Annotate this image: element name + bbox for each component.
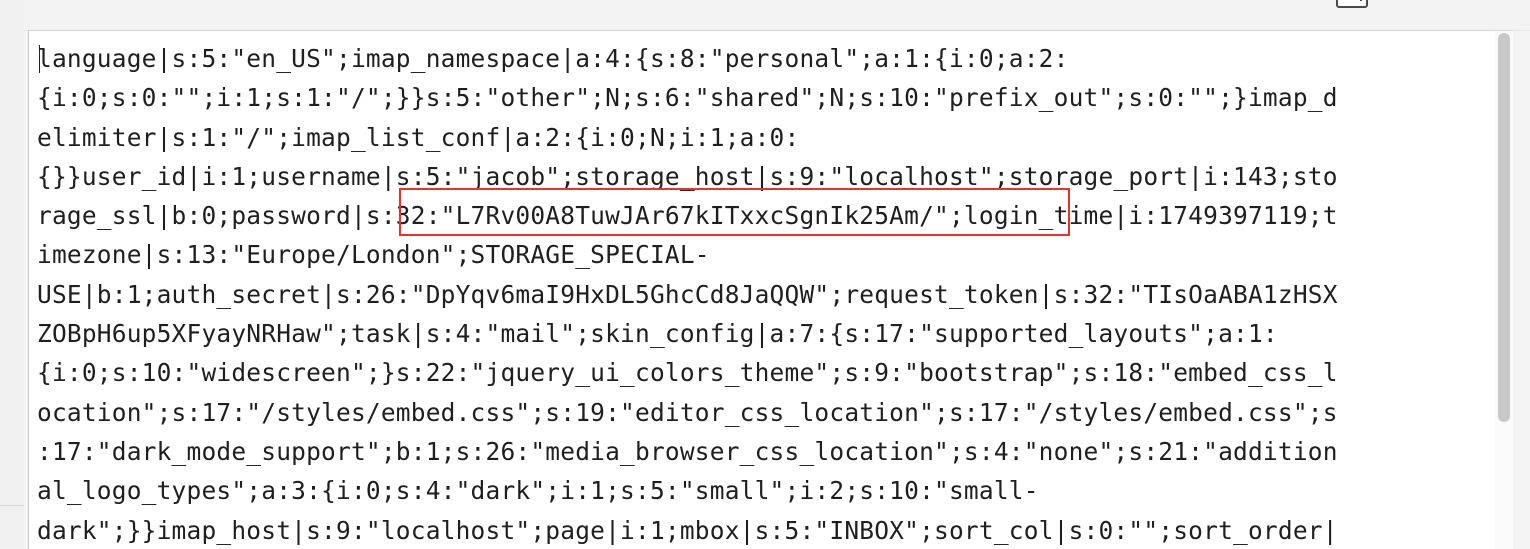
vertical-scrollbar[interactable] <box>1495 31 1513 549</box>
session-data-text[interactable]: language|s:5:"en_US";imap_namespace|a:4:… <box>37 39 1505 549</box>
text-line: dark";}}imap_host|s:9:"localhost";page|i… <box>37 515 1338 545</box>
text-line: rage_ssl|b:0;password|s:32:"L7Rv00A8TuwJ… <box>37 201 1338 231</box>
window-toggle-icon[interactable] <box>1336 0 1368 8</box>
text-line: {}}user_id|i:1;username|s:5:"jacob";stor… <box>37 161 1338 191</box>
text-line: al_logo_types";a:3:{i:0;s:4:"dark";i:1;s… <box>37 476 1039 506</box>
text-line: {i:0;s:10:"widescreen";}s:22:"jquery_ui_… <box>37 358 1338 388</box>
left-gutter <box>0 0 24 548</box>
text-line: elimiter|s:1:"/";imap_list_conf|a:2:{i:0… <box>37 122 800 152</box>
text-line: ocation";s:17:"/styles/embed.css";s:19:"… <box>37 397 1338 427</box>
text-line: imezone|s:13:"Europe/London";STORAGE_SPE… <box>37 240 710 270</box>
text-line: :17:"dark_mode_support";b:1;s:26:"media_… <box>37 436 1338 466</box>
text-line: ZOBpH6up5XFyayNRHaw";task|s:4:"mail";ski… <box>37 319 1278 349</box>
gutter-divider <box>0 505 24 506</box>
scrollbar-thumb[interactable] <box>1498 33 1510 422</box>
session-data-textarea[interactable]: language|s:5:"en_US";imap_namespace|a:4:… <box>28 30 1513 549</box>
text-line: USE|b:1;auth_secret|s:26:"DpYqv6maI9HxDL… <box>37 279 1338 309</box>
text-line: language|s:5:"en_US";imap_namespace|a:4:… <box>37 44 1069 73</box>
top-toolbar <box>0 0 1530 31</box>
text-line: {i:0;s:0:"";i:1;s:1:"/";}}s:5:"other";N;… <box>37 83 1338 113</box>
app-frame: language|s:5:"en_US";imap_namespace|a:4:… <box>0 0 1530 549</box>
text-caret <box>39 45 40 73</box>
